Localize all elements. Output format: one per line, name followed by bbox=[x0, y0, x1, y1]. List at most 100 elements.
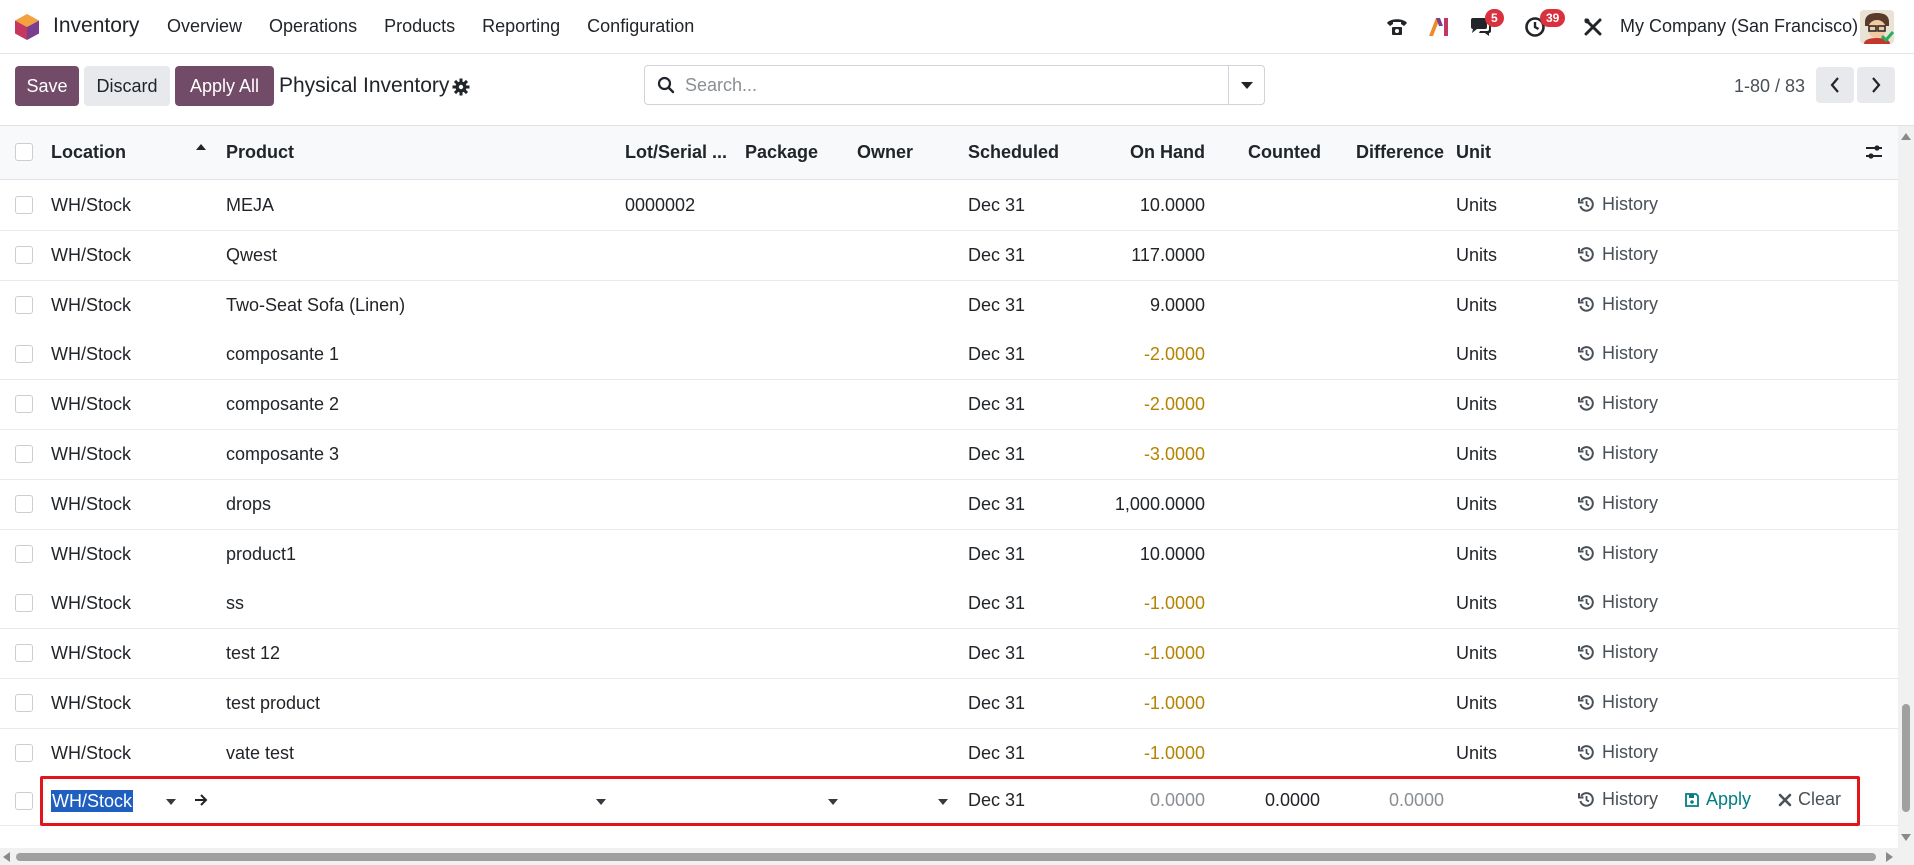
menu-operations[interactable]: Operations bbox=[269, 16, 357, 37]
column-package[interactable]: Package bbox=[745, 142, 818, 163]
row-checkbox[interactable] bbox=[15, 743, 33, 762]
history-button[interactable]: History bbox=[1578, 592, 1658, 613]
column-location[interactable]: Location bbox=[51, 142, 126, 163]
scroll-up-icon[interactable] bbox=[1901, 133, 1911, 140]
package-dropdown-icon[interactable] bbox=[828, 799, 838, 805]
cell-scheduled: Dec 31 bbox=[968, 244, 1026, 265]
column-difference[interactable]: Difference bbox=[1340, 142, 1444, 163]
horizontal-scrollbar-thumb[interactable] bbox=[16, 853, 1876, 861]
vertical-scrollbar-thumb[interactable] bbox=[1902, 704, 1910, 812]
history-button[interactable]: History bbox=[1578, 543, 1658, 564]
search-options-toggle[interactable] bbox=[1228, 66, 1264, 104]
messages-icon[interactable]: 5 bbox=[1466, 9, 1504, 44]
app-name[interactable]: Inventory bbox=[53, 14, 139, 38]
row-checkbox[interactable] bbox=[15, 644, 33, 663]
horizontal-scrollbar[interactable] bbox=[0, 848, 1914, 865]
owner-dropdown-icon[interactable] bbox=[938, 799, 948, 805]
table-row[interactable]: WH/Stock product1 Dec 31 10.0000 Units Histor… bbox=[0, 529, 1898, 580]
row-checkbox[interactable] bbox=[15, 395, 33, 414]
scroll-left-icon[interactable] bbox=[3, 852, 10, 862]
lot-serial-select[interactable] bbox=[625, 786, 840, 816]
table-row[interactable]: WH/Stock test 12 Dec 31 -1.0000 Units History bbox=[0, 629, 1898, 680]
company-switcher[interactable]: My Company (San Francisco) bbox=[1620, 16, 1858, 37]
table-row[interactable]: WH/Stock composante 2 Dec 31 -2.0000 Units Hi… bbox=[0, 380, 1898, 431]
pager-next-button[interactable] bbox=[1857, 67, 1895, 103]
apply-button[interactable]: Apply bbox=[1684, 789, 1751, 810]
history-button[interactable]: History bbox=[1578, 194, 1658, 215]
cell-scheduled: Dec 31 bbox=[968, 444, 1026, 464]
optional-columns-icon[interactable] bbox=[1864, 142, 1884, 167]
inventory-app-icon[interactable] bbox=[14, 13, 40, 41]
table-row[interactable]: WH/Stock vate test Dec 31 -1.0000 Units Histo… bbox=[0, 728, 1898, 779]
pager-value[interactable]: 1-80 / 83 bbox=[1734, 76, 1805, 97]
column-counted[interactable]: Counted bbox=[1248, 142, 1321, 163]
menu-products[interactable]: Products bbox=[384, 16, 455, 37]
location-dropdown-icon[interactable] bbox=[166, 799, 176, 805]
row-checkbox[interactable] bbox=[15, 245, 33, 264]
clear-button[interactable]: Clear bbox=[1778, 789, 1841, 810]
search-input[interactable] bbox=[685, 67, 1185, 103]
column-on-hand[interactable]: On Hand bbox=[1105, 142, 1205, 163]
phone-icon[interactable] bbox=[1382, 10, 1412, 44]
history-icon bbox=[1578, 645, 1594, 660]
table-row[interactable]: WH/Stock ss Dec 31 -1.0000 Units History bbox=[0, 579, 1898, 630]
counted-quantity-input[interactable]: 0.0000 bbox=[1265, 790, 1320, 811]
discard-button[interactable]: Discard bbox=[84, 66, 170, 106]
activities-icon[interactable]: 39 bbox=[1520, 9, 1566, 44]
history-button[interactable]: History bbox=[1578, 642, 1658, 663]
cell-on-hand: 10.0000 bbox=[1139, 195, 1205, 215]
pager-previous-button[interactable] bbox=[1816, 67, 1854, 103]
menu-overview[interactable]: Overview bbox=[167, 16, 242, 37]
history-button[interactable]: History bbox=[1578, 742, 1658, 763]
scroll-down-icon[interactable] bbox=[1901, 834, 1911, 841]
row-checkbox[interactable] bbox=[15, 594, 33, 613]
history-button[interactable]: History bbox=[1578, 493, 1658, 514]
table-row[interactable]: WH/Stock test product Dec 31 -1.0000 Units Hi… bbox=[0, 679, 1898, 729]
row-checkbox[interactable] bbox=[15, 295, 33, 314]
history-button[interactable]: History bbox=[1578, 692, 1658, 713]
history-button[interactable]: History bbox=[1578, 443, 1658, 464]
table-row[interactable]: WH/Stock composante 3 Dec 31 -3.0000 Units Hi… bbox=[0, 430, 1898, 480]
history-button[interactable]: History bbox=[1578, 244, 1658, 265]
row-checkbox[interactable] bbox=[15, 196, 33, 214]
edit-history-button[interactable]: History bbox=[1578, 789, 1658, 810]
edit-scheduled-date[interactable]: Dec 31 bbox=[968, 790, 1025, 811]
vertical-scrollbar[interactable] bbox=[1898, 126, 1914, 848]
ai-icon[interactable] bbox=[1424, 10, 1454, 44]
debug-tools-icon[interactable] bbox=[1580, 10, 1606, 44]
scroll-right-icon[interactable] bbox=[1886, 852, 1893, 862]
cell-unit: Units bbox=[1456, 493, 1498, 514]
column-owner[interactable]: Owner bbox=[857, 142, 913, 163]
table-row[interactable]: WH/Stock drops Dec 31 1,000.0000 Units Histor… bbox=[0, 479, 1898, 530]
select-all-checkbox[interactable] bbox=[15, 143, 33, 161]
gear-icon[interactable] bbox=[452, 78, 470, 101]
apply-all-button[interactable]: Apply All bbox=[175, 66, 274, 106]
row-checkbox[interactable] bbox=[15, 445, 33, 463]
table-row[interactable]: WH/Stock composante 1 Dec 31 -2.0000 Units Hi… bbox=[0, 330, 1898, 381]
table-row[interactable]: WH/Stock Qwest Dec 31 117.0000 Units History bbox=[0, 230, 1898, 281]
history-button[interactable]: History bbox=[1578, 294, 1658, 315]
menu-reporting[interactable]: Reporting bbox=[482, 16, 560, 37]
history-button[interactable]: History bbox=[1578, 393, 1658, 414]
history-label: History bbox=[1602, 542, 1659, 563]
row-checkbox[interactable] bbox=[15, 694, 33, 712]
table-row[interactable]: WH/Stock Two-Seat Sofa (Linen) Dec 31 9.000… bbox=[0, 280, 1898, 331]
location-select[interactable]: WH/Stock bbox=[51, 790, 134, 812]
save-disk-icon bbox=[1685, 792, 1699, 807]
menu-configuration[interactable]: Configuration bbox=[587, 16, 694, 37]
row-checkbox[interactable] bbox=[15, 544, 33, 563]
user-avatar[interactable] bbox=[1860, 10, 1894, 44]
table-row[interactable]: WH/Stock MEJA 0000002 Dec 31 10.0000 Units His… bbox=[0, 181, 1898, 231]
column-unit[interactable]: Unit bbox=[1456, 142, 1491, 163]
row-checkbox[interactable] bbox=[15, 345, 33, 364]
row-checkbox[interactable] bbox=[15, 494, 33, 513]
column-product[interactable]: Product bbox=[226, 142, 294, 163]
row-checkbox[interactable] bbox=[15, 792, 33, 810]
column-scheduled[interactable]: Scheduled bbox=[968, 142, 1059, 163]
save-button[interactable]: Save bbox=[15, 66, 79, 106]
product-select[interactable] bbox=[226, 786, 611, 816]
column-lot-serial[interactable]: Lot/Serial ... bbox=[625, 142, 727, 163]
history-button[interactable]: History bbox=[1578, 343, 1658, 364]
product-dropdown-icon[interactable] bbox=[596, 799, 606, 805]
internal-link-arrow-icon[interactable] bbox=[193, 791, 209, 814]
